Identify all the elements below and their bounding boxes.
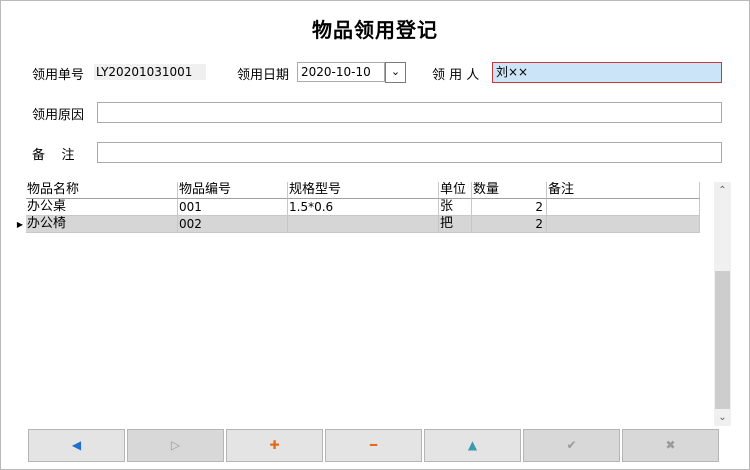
next-arrow-icon: ▷ bbox=[170, 438, 181, 452]
move-up-button[interactable]: ▲ bbox=[424, 429, 521, 462]
check-icon: ✔ bbox=[566, 438, 577, 452]
column-header-code[interactable]: 物品编号 bbox=[178, 182, 288, 199]
person-label: 领 用 人 bbox=[432, 68, 480, 83]
column-header-spec[interactable]: 规格型号 bbox=[288, 182, 439, 199]
column-header-unit[interactable]: 单位 bbox=[439, 182, 472, 199]
page-title: 物品领用登记 bbox=[312, 18, 438, 42]
table-row[interactable]: 办公桌 001 1.5*0.6 张 2 bbox=[14, 199, 700, 216]
close-icon: ✖ bbox=[665, 438, 676, 452]
cell-qty[interactable]: 2 bbox=[472, 216, 547, 233]
date-input[interactable]: 2020-10-10 bbox=[297, 62, 385, 82]
column-header-name[interactable]: 物品名称 bbox=[26, 182, 178, 199]
items-grid[interactable]: 物品名称 物品编号 规格型号 单位 数量 备注 办公桌 001 1.5*0.6 … bbox=[14, 182, 700, 233]
remark-input[interactable] bbox=[97, 142, 722, 163]
date-label: 领用日期 bbox=[237, 68, 290, 83]
add-row-button[interactable]: ✚ bbox=[226, 429, 323, 462]
vertical-scrollbar[interactable]: ⌃ ⌄ bbox=[714, 182, 731, 426]
reason-label: 领用原因 bbox=[32, 108, 85, 123]
date-dropdown-button[interactable]: ⌄ bbox=[385, 62, 406, 83]
cell-unit[interactable]: 张 bbox=[439, 199, 472, 216]
cell-spec[interactable] bbox=[288, 216, 439, 233]
plus-icon: ✚ bbox=[269, 438, 280, 452]
cell-code[interactable]: 002 bbox=[178, 216, 288, 233]
person-input[interactable]: 刘×× bbox=[492, 62, 722, 83]
cancel-button[interactable]: ✖ bbox=[622, 429, 719, 462]
reason-input[interactable] bbox=[97, 102, 722, 123]
cell-unit[interactable]: 把 bbox=[439, 216, 472, 233]
prev-record-button[interactable]: ◀ bbox=[28, 429, 125, 462]
order-no-label: 领用单号 bbox=[32, 68, 85, 83]
table-row-selected[interactable]: ▶ 办公椅 002 把 2 bbox=[14, 216, 700, 233]
minus-icon: ━ bbox=[369, 438, 378, 452]
remark-label: 备 注 bbox=[32, 148, 75, 163]
scroll-up-icon[interactable]: ⌃ bbox=[714, 182, 731, 199]
scroll-down-icon[interactable]: ⌄ bbox=[714, 409, 731, 426]
cell-name[interactable]: 办公桌 bbox=[26, 199, 178, 216]
cell-name[interactable]: 办公椅 bbox=[26, 216, 178, 233]
cell-code[interactable]: 001 bbox=[178, 199, 288, 216]
column-header-remark[interactable]: 备注 bbox=[547, 182, 700, 199]
cell-spec[interactable]: 1.5*0.6 bbox=[288, 199, 439, 216]
cell-remark[interactable] bbox=[547, 216, 700, 233]
next-record-button[interactable]: ▷ bbox=[127, 429, 224, 462]
cell-qty[interactable]: 2 bbox=[472, 199, 547, 216]
scroll-thumb[interactable] bbox=[715, 271, 730, 409]
delete-row-button[interactable]: ━ bbox=[325, 429, 422, 462]
cell-remark[interactable] bbox=[547, 199, 700, 216]
up-triangle-icon: ▲ bbox=[467, 438, 478, 452]
confirm-button[interactable]: ✔ bbox=[523, 429, 620, 462]
column-header-qty[interactable]: 数量 bbox=[472, 182, 547, 199]
current-row-indicator-icon: ▶ bbox=[16, 220, 24, 229]
order-no-value: LY20201031001 bbox=[94, 64, 206, 80]
prev-arrow-icon: ◀ bbox=[71, 438, 82, 452]
grid-header-row: 物品名称 物品编号 规格型号 单位 数量 备注 bbox=[14, 182, 700, 199]
